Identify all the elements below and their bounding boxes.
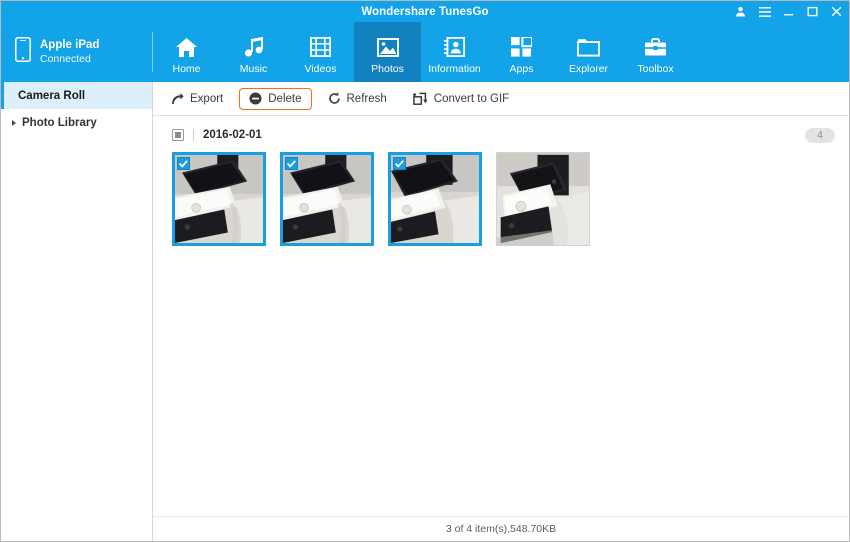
photo-thumbnail[interactable] (388, 152, 482, 246)
action-toolbar: Export Delete Refresh Convert to GIF (153, 82, 849, 116)
refresh-button[interactable]: Refresh (318, 88, 397, 110)
nav-item-photos[interactable]: Photos (354, 22, 421, 82)
sidebar-item-photo-library[interactable]: Photo Library (1, 109, 152, 136)
contacts-icon (444, 33, 465, 61)
content-area: Export Delete Refresh Convert to GIF 201… (153, 82, 849, 541)
thumbnail-checkbox[interactable] (285, 157, 298, 170)
export-label: Export (190, 92, 224, 105)
close-button[interactable] (830, 5, 843, 18)
nav-label-toolbox: Toolbox (637, 63, 674, 75)
minimize-button[interactable] (782, 5, 795, 18)
thumbnail-checkbox[interactable] (177, 157, 190, 170)
account-icon[interactable] (734, 5, 747, 18)
refresh-icon (328, 92, 341, 105)
nav-label-information: Information (428, 63, 481, 75)
status-text: 3 of 4 item(s),548.70KB (445, 523, 557, 535)
export-button[interactable]: Export (161, 88, 233, 110)
nav-item-information[interactable]: Information (421, 22, 488, 82)
grid-icon (511, 33, 532, 61)
thumbnail-frame (496, 152, 590, 246)
photo-grid (153, 148, 849, 516)
window-controls (734, 1, 843, 22)
sidebar-item-camera-roll[interactable]: Camera Roll (1, 82, 152, 109)
photo-thumbnail[interactable] (172, 152, 266, 246)
folder-icon (577, 33, 600, 61)
thumbnail-checkbox[interactable] (393, 157, 406, 170)
application-window: Wondershare TunesGo Apple iPad Connected… (0, 0, 850, 542)
export-arrow-icon (171, 92, 184, 105)
group-select-checkbox[interactable] (172, 129, 184, 141)
nav-label-home: Home (172, 63, 201, 75)
convert-to-gif-label: Convert to GIF (433, 92, 510, 105)
nav-item-home[interactable]: Home (153, 22, 220, 82)
nav-label-explorer: Explorer (568, 63, 609, 75)
photo-thumbnail[interactable] (280, 152, 374, 246)
connected-device[interactable]: Apple iPad Connected (1, 22, 153, 82)
delete-button[interactable]: Delete (239, 87, 312, 110)
minus-circle-icon (249, 92, 262, 105)
sidebar-label-photo-library: Photo Library (22, 116, 97, 129)
chevron-right-icon[interactable] (12, 119, 16, 126)
nav-item-music[interactable]: Music (220, 22, 287, 82)
photo-icon (376, 33, 399, 61)
photo-thumbnail[interactable] (496, 152, 590, 246)
nav-label-videos: Videos (304, 63, 337, 75)
nav-item-videos[interactable]: Videos (287, 22, 354, 82)
body-area: Camera Roll Photo Library Export Delete … (1, 82, 849, 541)
maximize-button[interactable] (806, 5, 819, 18)
sidebar: Camera Roll Photo Library (1, 82, 153, 541)
group-header: 2016-02-01 4 (153, 122, 849, 148)
refresh-label: Refresh (346, 92, 387, 105)
device-name: Apple iPad (40, 39, 100, 52)
film-strip-icon (310, 33, 331, 61)
window-title: Wondershare TunesGo (361, 5, 489, 18)
nav-label-photos: Photos (371, 63, 404, 75)
device-status: Connected (40, 52, 91, 65)
group-date-label: 2016-02-01 (203, 129, 262, 141)
group-count-badge: 4 (805, 127, 835, 143)
main-navigation: Home Music Videos Photos Information App… (153, 22, 689, 82)
sidebar-label-camera-roll: Camera Roll (18, 89, 86, 102)
nav-item-apps[interactable]: Apps (488, 22, 555, 82)
nav-item-explorer[interactable]: Explorer (555, 22, 622, 82)
tablet-icon (15, 37, 31, 67)
music-note-icon (243, 33, 265, 61)
convert-icon (412, 92, 428, 105)
convert-to-gif-button[interactable]: Convert to GIF (403, 88, 519, 110)
nav-item-toolbox[interactable]: Toolbox (622, 22, 689, 82)
group-separator (193, 129, 194, 141)
home-icon (175, 33, 198, 61)
status-bar: 3 of 4 item(s),548.70KB (153, 516, 849, 541)
thumbnail-image (497, 153, 589, 245)
briefcase-icon (644, 33, 667, 61)
header-bar: Apple iPad Connected Home Music Videos P… (1, 22, 849, 82)
delete-label: Delete (268, 92, 302, 105)
nav-label-apps: Apps (509, 63, 534, 75)
nav-label-music: Music (239, 63, 268, 75)
title-bar: Wondershare TunesGo (1, 1, 849, 22)
menu-icon[interactable] (758, 5, 771, 18)
